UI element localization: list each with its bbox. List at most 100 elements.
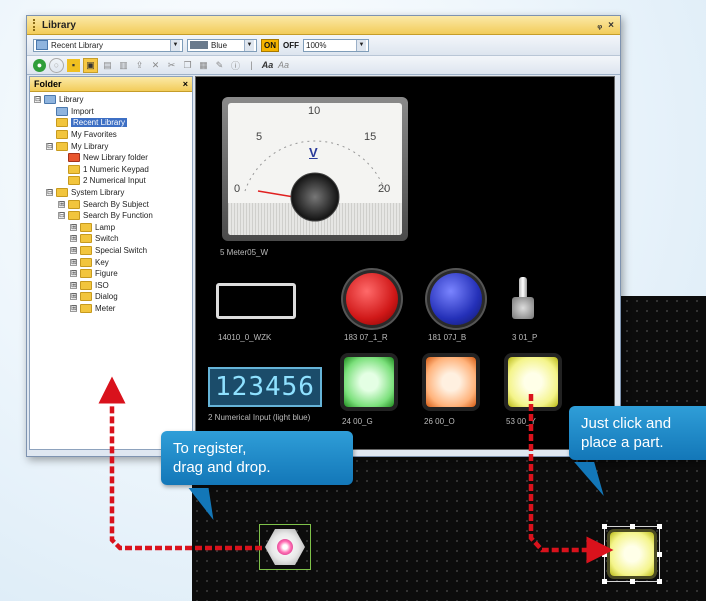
color-select[interactable]: Blue ▼ [187,38,257,52]
tree-node[interactable]: ⊞ Switch [30,233,192,245]
font-italic-icon[interactable]: Aa [277,59,290,72]
color-select-value: Blue [211,40,228,50]
tree-node[interactable]: ⊞ ISO [30,280,192,292]
info-icon[interactable]: ⓘ [229,59,242,72]
library-select[interactable]: Recent Library ▼ [33,38,183,52]
tree-node-label: My Favorites [71,130,117,140]
resize-handle[interactable] [602,579,607,584]
expand-icon[interactable]: ⊞ [70,235,77,243]
expand-icon[interactable]: ⊞ [70,293,77,301]
meter-scale-5: 5 [256,131,263,143]
collapse-icon[interactable]: ⊟ [46,142,53,150]
tree-node[interactable]: ⊞ Key [30,256,192,268]
folder-icon[interactable]: ▪ [67,58,80,72]
tree-node[interactable]: ⊟ My Library [30,140,192,152]
chevron-down-icon[interactable]: ▼ [244,39,254,51]
resize-handle[interactable] [657,524,662,529]
expand-icon[interactable]: ⊞ [70,247,77,255]
expand-icon[interactable]: ⊞ [70,281,77,289]
tree-node-label: ISO [95,280,109,290]
blue-lamp-label: 181 07J_B [428,333,467,342]
tree-node[interactable]: My Favorites [30,129,192,141]
library-icon [44,95,56,105]
orange-lamp-label: 26 00_O [424,417,455,426]
meter-part[interactable]: 0 5 10 15 20 V [222,97,408,241]
tree-node[interactable]: ⊞ Lamp [30,222,192,234]
tree-node-label: Special Switch [95,246,148,256]
tree-node-label: Lamp [95,222,116,232]
hex-button-body [265,529,305,565]
tree-node[interactable]: ⊞ Special Switch [30,245,192,257]
edit-icon[interactable]: ✎ [213,59,226,72]
tree-node[interactable]: ⊟ Search By Function [30,210,192,222]
collapse-icon[interactable]: ⊟ [34,96,41,104]
folder-tree-icon[interactable]: ▣ [83,57,98,73]
expand-icon[interactable]: ⊞ [70,223,77,231]
window-titlebar[interactable]: Library ᵩ × [27,16,620,35]
expand-icon[interactable]: ⊞ [70,258,77,266]
import-icon[interactable]: ⇪ [133,59,146,72]
expand-icon[interactable]: ⊞ [70,270,77,278]
resize-handle[interactable] [657,579,662,584]
paste-icon[interactable]: ▦ [197,59,210,72]
tree-node[interactable]: ⊞ Meter [30,303,192,315]
tree-node[interactable]: New Library folder [30,152,192,164]
place-callout: Just click and place a part. [569,406,706,460]
collapse-icon[interactable]: ⊟ [58,212,65,220]
folder-icon [80,246,92,256]
add-icon[interactable]: ● [33,58,46,72]
zoom-select[interactable]: 100% ▼ [303,38,369,52]
tree-node[interactable]: ⊞ Figure [30,268,192,280]
close-icon[interactable]: × [608,20,614,31]
orange-lamp-part[interactable] [426,357,476,407]
yellow-lamp-label: 53 00_Y [506,417,536,426]
copy-icon[interactable]: ❐ [181,59,194,72]
tree-node[interactable]: ⊞ Dialog [30,291,192,303]
tree-node[interactable]: 1 Numeric Keypad [30,164,192,176]
resize-handle[interactable] [602,524,607,529]
red-lamp-part[interactable] [346,273,398,325]
tree-node[interactable]: Recent Library [30,117,192,129]
meter-unit: V [309,145,318,160]
tree-node[interactable]: ⊟ Library [30,94,192,106]
font-bold-icon[interactable]: Aa [261,59,274,72]
tree-node-label: Dialog [95,292,118,302]
properties-icon[interactable]: ▥ [117,59,130,72]
grip-icon[interactable] [33,19,38,31]
library-select-value: Recent Library [51,40,104,50]
new-item-icon[interactable]: ▤ [101,59,114,72]
tree-node[interactable]: ⊞ Search By Subject [30,198,192,210]
close-icon[interactable]: × [183,79,188,89]
remove-icon[interactable]: ○ [49,57,64,73]
tree-node-label: Figure [95,269,118,279]
tree-node[interactable]: 2 Numerical Input [30,175,192,187]
blue-lamp-part[interactable] [430,273,482,325]
meter-label: 5 Meter05_W [220,248,269,257]
green-lamp-part[interactable] [344,357,394,407]
resize-handle[interactable] [602,552,607,557]
resize-handle[interactable] [657,552,662,557]
chevron-down-icon[interactable]: ▼ [356,39,366,51]
yellow-lamp-part[interactable] [508,357,558,407]
library-toolbar: Recent Library ▼ Blue ▼ ON OFF 100% ▼ [27,35,620,56]
toggle-switch-part[interactable] [512,277,534,321]
frame-part[interactable] [216,283,296,319]
placed-yellow-lamp-part[interactable] [602,524,662,584]
expand-icon[interactable]: ⊞ [70,304,77,312]
cut-icon[interactable]: ✂ [165,59,178,72]
tree-node[interactable]: ⊟ System Library [30,187,192,199]
resize-handle[interactable] [630,579,635,584]
chevron-down-icon[interactable]: ▼ [170,39,180,51]
pin-icon[interactable]: ᵩ [597,20,602,31]
collapse-icon[interactable]: ⊟ [46,189,53,197]
placed-hex-button-part[interactable] [259,524,311,570]
hex-button-lamp [277,539,293,555]
tree-node[interactable]: Import [30,106,192,118]
library-window: Library ᵩ × Recent Library ▼ Blue ▼ ON O… [26,15,621,457]
off-toggle-button[interactable]: OFF [283,41,299,50]
delete-icon[interactable]: ✕ [149,59,162,72]
numerical-input-part[interactable]: 123456 [208,367,322,407]
expand-icon[interactable]: ⊞ [58,200,65,208]
on-toggle-button[interactable]: ON [261,38,279,52]
resize-handle[interactable] [630,524,635,529]
